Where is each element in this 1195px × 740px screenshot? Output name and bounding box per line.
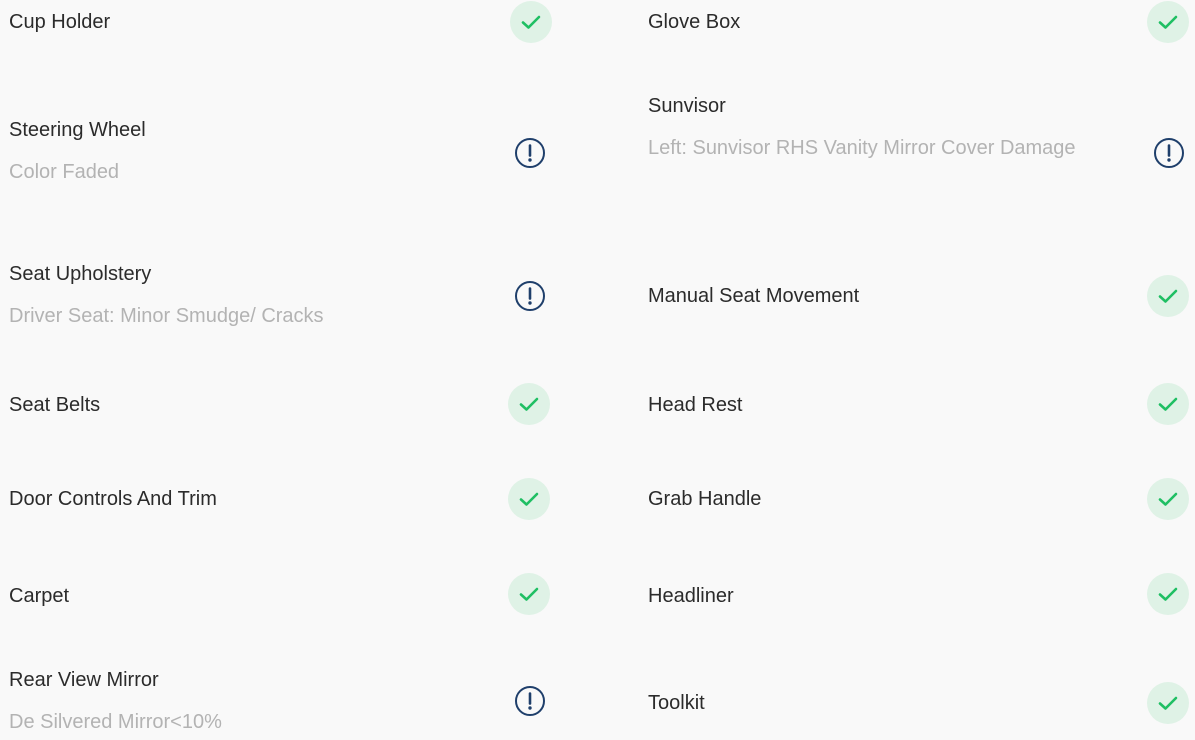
check-icon bbox=[521, 15, 541, 29]
status-badge-warning bbox=[509, 275, 551, 317]
status-badge-ok bbox=[1147, 478, 1189, 520]
item-title: Manual Seat Movement bbox=[648, 285, 860, 307]
status-badge-ok bbox=[1147, 573, 1189, 615]
status-badge-ok bbox=[1147, 1, 1189, 43]
status-badge-ok bbox=[510, 1, 552, 43]
item-title: Carpet bbox=[9, 585, 70, 607]
check-icon bbox=[1158, 397, 1178, 411]
status-badge-ok bbox=[508, 478, 550, 520]
status-badge-ok bbox=[1147, 275, 1189, 317]
check-icon bbox=[1158, 587, 1178, 601]
exclamation-icon bbox=[515, 138, 545, 168]
exclamation-icon bbox=[515, 281, 545, 311]
check-icon bbox=[1158, 696, 1178, 710]
item-subtitle: Color Faded bbox=[9, 161, 120, 183]
item-subtitle: Left: Sunvisor RHS Vanity Mirror Cover D… bbox=[648, 137, 1076, 159]
status-badge-ok bbox=[508, 383, 550, 425]
item-title: Seat Belts bbox=[9, 394, 101, 416]
item-title: Head Rest bbox=[648, 394, 743, 416]
check-icon bbox=[519, 587, 539, 601]
item-title: Sunvisor bbox=[648, 95, 726, 117]
check-icon bbox=[1158, 492, 1178, 506]
item-title: Glove Box bbox=[648, 11, 741, 33]
status-badge-warning bbox=[509, 132, 551, 174]
status-badge-warning bbox=[509, 680, 551, 722]
exclamation-icon bbox=[1154, 138, 1184, 168]
item-title: Headliner bbox=[648, 585, 734, 607]
item-title: Door Controls And Trim bbox=[9, 488, 217, 510]
item-title: Rear View Mirror bbox=[9, 669, 159, 691]
status-badge-ok bbox=[1147, 682, 1189, 724]
check-icon bbox=[519, 492, 539, 506]
item-title: Grab Handle bbox=[648, 488, 762, 510]
status-badge-ok bbox=[508, 573, 550, 615]
item-subtitle: De Silvered Mirror<10% bbox=[9, 711, 222, 733]
item-title: Cup Holder bbox=[9, 11, 111, 33]
check-icon bbox=[1158, 15, 1178, 29]
status-badge-warning bbox=[1148, 132, 1190, 174]
check-icon bbox=[519, 397, 539, 411]
item-title: Steering Wheel bbox=[9, 119, 146, 141]
item-subtitle: Driver Seat: Minor Smudge/ Cracks bbox=[9, 305, 324, 327]
exclamation-icon bbox=[515, 686, 545, 716]
item-title: Seat Upholstery bbox=[9, 263, 152, 285]
status-badge-ok bbox=[1147, 383, 1189, 425]
check-icon bbox=[1158, 289, 1178, 303]
item-title: Toolkit bbox=[648, 692, 705, 714]
